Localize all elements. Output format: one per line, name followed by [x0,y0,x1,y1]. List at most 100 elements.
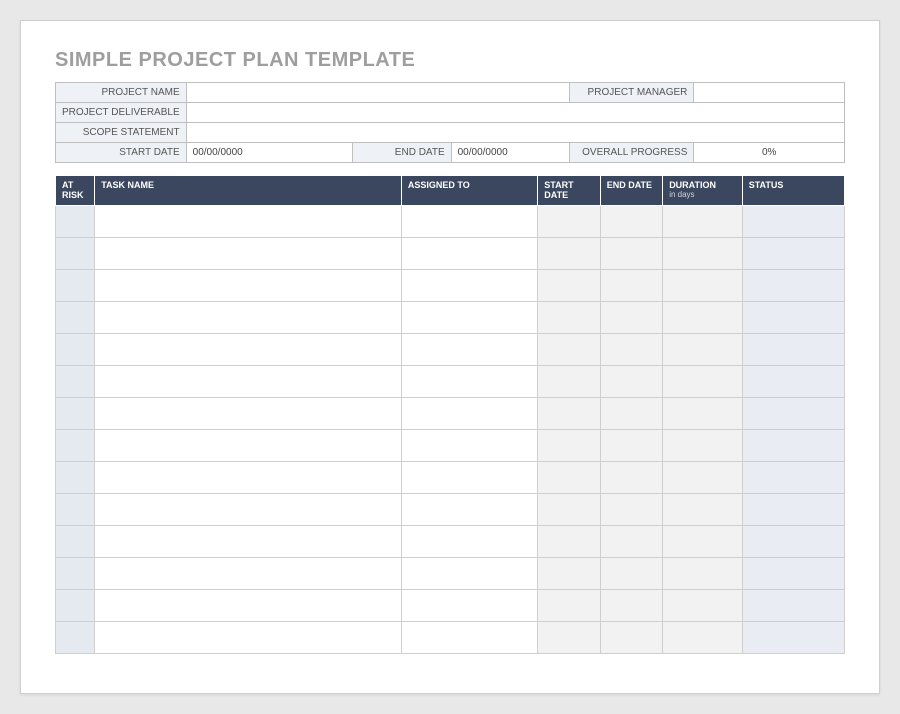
start-date-cell[interactable] [538,206,600,238]
at-risk-cell[interactable] [56,430,95,462]
assigned-to-cell[interactable] [401,398,537,430]
at-risk-cell[interactable] [56,590,95,622]
end-date-cell[interactable] [600,270,662,302]
at-risk-cell[interactable] [56,398,95,430]
task-name-cell[interactable] [95,526,402,558]
start-date-cell[interactable] [538,302,600,334]
duration-cell[interactable] [663,302,743,334]
task-name-cell[interactable] [95,398,402,430]
status-cell[interactable] [742,494,844,526]
status-cell[interactable] [742,334,844,366]
at-risk-cell[interactable] [56,366,95,398]
at-risk-cell[interactable] [56,238,95,270]
scope-field[interactable] [186,123,844,143]
at-risk-cell[interactable] [56,494,95,526]
status-cell[interactable] [742,526,844,558]
task-name-cell[interactable] [95,494,402,526]
end-date-cell[interactable] [600,398,662,430]
start-date-cell[interactable] [538,558,600,590]
end-date-cell[interactable] [600,366,662,398]
start-date-cell[interactable] [538,590,600,622]
duration-cell[interactable] [663,334,743,366]
at-risk-cell[interactable] [56,270,95,302]
start-date-cell[interactable] [538,270,600,302]
task-name-cell[interactable] [95,622,402,654]
status-cell[interactable] [742,238,844,270]
duration-cell[interactable] [663,526,743,558]
assigned-to-cell[interactable] [401,334,537,366]
assigned-to-cell[interactable] [401,590,537,622]
start-date-cell[interactable] [538,462,600,494]
assigned-to-cell[interactable] [401,302,537,334]
end-date-field[interactable]: 00/00/0000 [451,143,569,163]
assigned-to-cell[interactable] [401,270,537,302]
status-cell[interactable] [742,398,844,430]
start-date-cell[interactable] [538,526,600,558]
at-risk-cell[interactable] [56,206,95,238]
start-date-cell[interactable] [538,366,600,398]
task-name-cell[interactable] [95,334,402,366]
start-date-cell[interactable] [538,494,600,526]
at-risk-cell[interactable] [56,526,95,558]
start-date-cell[interactable] [538,334,600,366]
end-date-cell[interactable] [600,334,662,366]
end-date-cell[interactable] [600,558,662,590]
end-date-cell[interactable] [600,494,662,526]
end-date-cell[interactable] [600,590,662,622]
deliverable-field[interactable] [186,103,844,123]
at-risk-cell[interactable] [56,462,95,494]
assigned-to-cell[interactable] [401,206,537,238]
status-cell[interactable] [742,590,844,622]
at-risk-cell[interactable] [56,558,95,590]
status-cell[interactable] [742,270,844,302]
end-date-cell[interactable] [600,526,662,558]
task-name-cell[interactable] [95,238,402,270]
end-date-cell[interactable] [600,206,662,238]
assigned-to-cell[interactable] [401,622,537,654]
assigned-to-cell[interactable] [401,558,537,590]
project-manager-field[interactable] [694,83,845,103]
assigned-to-cell[interactable] [401,494,537,526]
task-name-cell[interactable] [95,430,402,462]
duration-cell[interactable] [663,462,743,494]
duration-cell[interactable] [663,622,743,654]
duration-cell[interactable] [663,430,743,462]
status-cell[interactable] [742,302,844,334]
task-name-cell[interactable] [95,206,402,238]
at-risk-cell[interactable] [56,622,95,654]
status-cell[interactable] [742,206,844,238]
duration-cell[interactable] [663,590,743,622]
duration-cell[interactable] [663,206,743,238]
start-date-cell[interactable] [538,430,600,462]
assigned-to-cell[interactable] [401,366,537,398]
start-date-cell[interactable] [538,622,600,654]
assigned-to-cell[interactable] [401,526,537,558]
task-name-cell[interactable] [95,270,402,302]
duration-cell[interactable] [663,270,743,302]
task-name-cell[interactable] [95,302,402,334]
assigned-to-cell[interactable] [401,430,537,462]
duration-cell[interactable] [663,494,743,526]
status-cell[interactable] [742,462,844,494]
task-name-cell[interactable] [95,366,402,398]
duration-cell[interactable] [663,398,743,430]
end-date-cell[interactable] [600,302,662,334]
start-date-field[interactable]: 00/00/0000 [186,143,352,163]
task-name-cell[interactable] [95,590,402,622]
status-cell[interactable] [742,558,844,590]
start-date-cell[interactable] [538,398,600,430]
status-cell[interactable] [742,622,844,654]
end-date-cell[interactable] [600,462,662,494]
end-date-cell[interactable] [600,430,662,462]
start-date-cell[interactable] [538,238,600,270]
project-name-field[interactable] [186,83,569,103]
task-name-cell[interactable] [95,558,402,590]
assigned-to-cell[interactable] [401,238,537,270]
at-risk-cell[interactable] [56,302,95,334]
duration-cell[interactable] [663,238,743,270]
task-name-cell[interactable] [95,462,402,494]
duration-cell[interactable] [663,366,743,398]
duration-cell[interactable] [663,558,743,590]
end-date-cell[interactable] [600,622,662,654]
assigned-to-cell[interactable] [401,462,537,494]
